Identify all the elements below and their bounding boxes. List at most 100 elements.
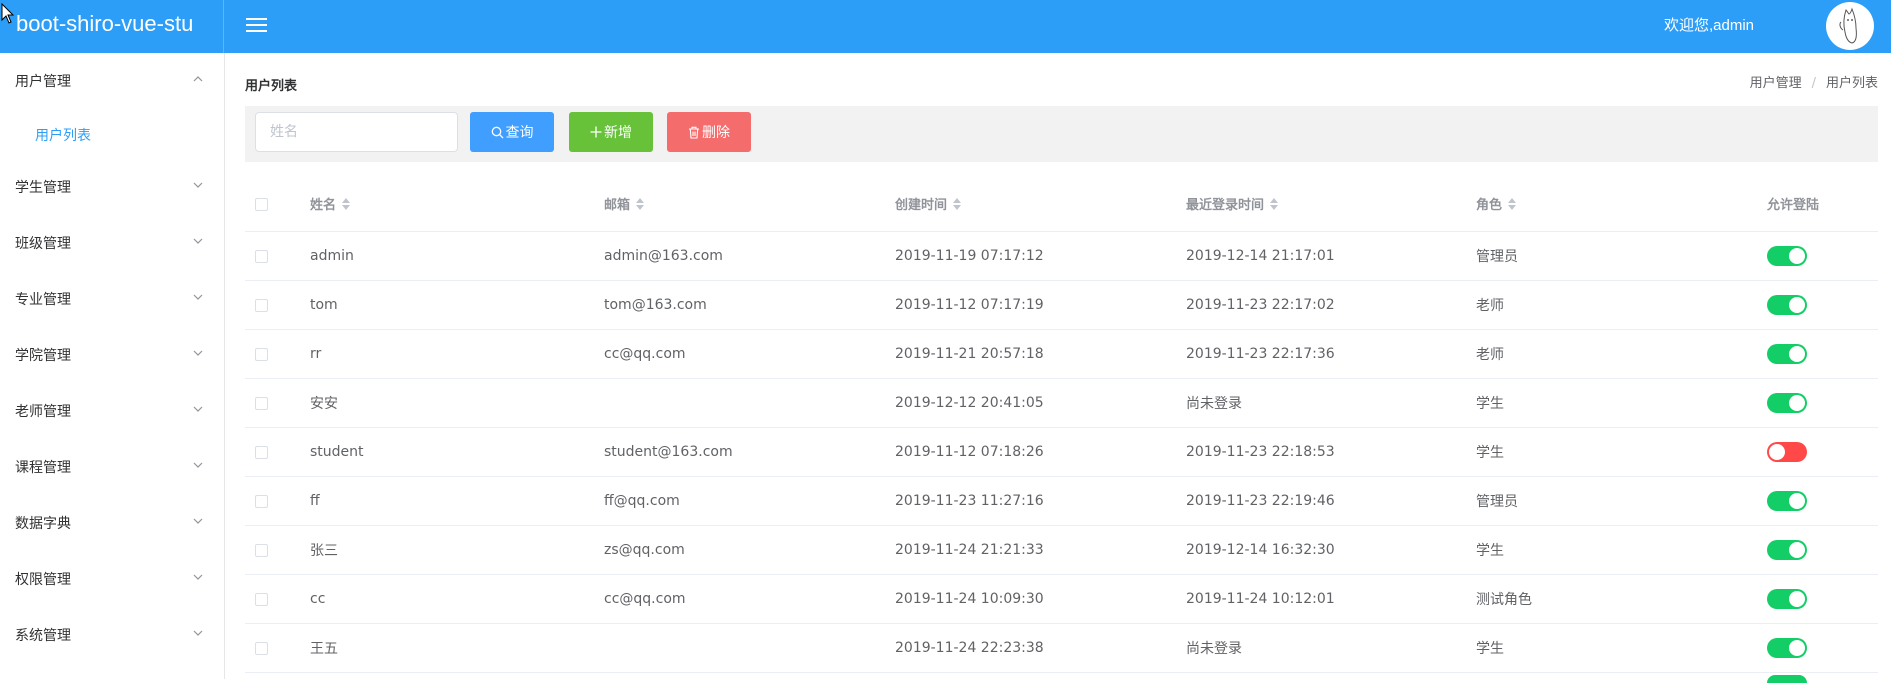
sidebar-item-label: 专业管理: [15, 292, 71, 308]
table-row: 王五 2019-11-24 22:23:38 尚未登录 学生: [245, 624, 1878, 673]
cell-last-login: 尚未登录: [1186, 396, 1242, 412]
allow-login-switch[interactable]: [1767, 589, 1807, 609]
allow-login-switch[interactable]: [1767, 638, 1807, 658]
sidebar-item-label: 课程管理: [15, 460, 71, 476]
allow-login-switch[interactable]: [1767, 442, 1807, 462]
sidebar-item-college-management[interactable]: 学院管理: [0, 327, 224, 383]
chevron-down-icon: [193, 238, 203, 244]
user-table: 姓名 邮箱 创建时间 最近登录时间 角色 允许登陆 admin admin@16…: [245, 176, 1878, 673]
toolbar: 查询 新增 删除: [245, 106, 1878, 162]
chevron-down-icon: [193, 350, 203, 356]
delete-button[interactable]: 删除: [667, 112, 751, 152]
sidebar-item-course-management[interactable]: 课程管理: [0, 439, 224, 495]
brand: boot-shiro-vue-stu: [0, 0, 224, 53]
cell-name: ff: [310, 493, 320, 509]
column-header-name[interactable]: 姓名: [310, 176, 351, 231]
cell-created: 2019-11-21 20:57:18: [895, 346, 1044, 362]
sidebar-item-major-management[interactable]: 专业管理: [0, 271, 224, 327]
row-checkbox[interactable]: [255, 249, 268, 263]
allow-login-switch[interactable]: [1767, 491, 1807, 511]
page-title: 用户列表: [245, 79, 298, 94]
delete-button-label: 删除: [702, 125, 730, 141]
name-search-input[interactable]: [255, 112, 458, 152]
cell-email: tom@163.com: [604, 297, 707, 313]
top-bar: boot-shiro-vue-stu 欢迎您,admin: [0, 0, 1891, 53]
avatar[interactable]: [1826, 2, 1874, 50]
sidebar-subitem-label: 用户列表: [35, 128, 91, 144]
cell-role: 老师: [1476, 298, 1504, 314]
allow-login-switch[interactable]: [1767, 295, 1807, 315]
select-all-checkbox[interactable]: [255, 197, 268, 211]
sidebar-item-class-management[interactable]: 班级管理: [0, 215, 224, 271]
query-button[interactable]: 查询: [470, 112, 554, 152]
row-checkbox[interactable]: [255, 445, 268, 459]
breadcrumb-item-user-management[interactable]: 用户管理: [1750, 76, 1802, 91]
sidebar-item-system-management[interactable]: 系统管理: [0, 607, 224, 663]
column-header-email[interactable]: 邮箱: [604, 176, 645, 231]
row-checkbox[interactable]: [255, 347, 268, 361]
chevron-down-icon: [193, 462, 203, 468]
table-row: 张三 zs@qq.com 2019-11-24 21:21:33 2019-12…: [245, 526, 1878, 575]
cell-email: admin@163.com: [604, 248, 723, 264]
table-row: cc cc@qq.com 2019-11-24 10:09:30 2019-11…: [245, 575, 1878, 624]
cell-created: 2019-11-24 10:09:30: [895, 591, 1044, 607]
allow-login-switch[interactable]: [1767, 540, 1807, 560]
cell-name: 王五: [310, 641, 338, 657]
allow-login-switch[interactable]: [1767, 393, 1807, 413]
row-checkbox[interactable]: [255, 396, 268, 410]
cell-role: 学生: [1476, 641, 1504, 657]
cell-created: 2019-11-24 22:23:38: [895, 640, 1044, 656]
cell-created: 2019-11-24 21:21:33: [895, 542, 1044, 558]
cell-role: 学生: [1476, 396, 1504, 412]
cell-name: 张三: [310, 543, 338, 559]
column-header-allow-login: 允许登陆: [1767, 198, 1820, 213]
cell-created: 2019-12-12 20:41:05: [895, 395, 1044, 411]
column-header-last-login[interactable]: 最近登录时间: [1186, 176, 1279, 231]
column-header-role[interactable]: 角色: [1476, 176, 1517, 231]
cell-last-login: 2019-11-23 22:17:36: [1186, 346, 1335, 362]
row-checkbox[interactable]: [255, 641, 268, 655]
sidebar-item-student-management[interactable]: 学生管理: [0, 159, 224, 215]
trash-icon: [689, 126, 699, 139]
sidebar-item-data-dictionary[interactable]: 数据字典: [0, 495, 224, 551]
row-checkbox[interactable]: [255, 298, 268, 312]
cell-email: cc@qq.com: [604, 591, 686, 607]
cell-last-login: 尚未登录: [1186, 641, 1242, 657]
sidebar-subitem-user-list[interactable]: 用户列表: [0, 109, 224, 159]
sidebar-item-user-management[interactable]: 用户管理 用户列表: [0, 53, 224, 144]
cell-last-login: 2019-12-14 16:32:30: [1186, 542, 1335, 558]
avatar-figure-icon: [1839, 7, 1857, 44]
row-checkbox[interactable]: [255, 543, 268, 557]
cell-name: rr: [310, 346, 322, 362]
sort-icon[interactable]: [953, 197, 962, 210]
allow-login-switch[interactable]: [1767, 344, 1807, 364]
sidebar-item-permission-management[interactable]: 权限管理: [0, 551, 224, 607]
column-header-created[interactable]: 创建时间: [895, 176, 962, 231]
sidebar-item-label: 班级管理: [15, 236, 71, 252]
sort-icon[interactable]: [1508, 197, 1517, 210]
cell-name: admin: [310, 248, 354, 264]
sidebar-item-label: 老师管理: [15, 404, 71, 420]
sidebar-item-label: 学生管理: [15, 180, 71, 196]
sort-icon[interactable]: [636, 197, 645, 210]
table-row: ff ff@qq.com 2019-11-23 11:27:16 2019-11…: [245, 477, 1878, 526]
table-row: tom tom@163.com 2019-11-12 07:17:19 2019…: [245, 281, 1878, 330]
cell-last-login: 2019-11-23 22:18:53: [1186, 444, 1335, 460]
allow-login-switch-partial[interactable]: [1767, 675, 1807, 683]
sidebar-item-label: 系统管理: [15, 628, 71, 644]
row-checkbox[interactable]: [255, 494, 268, 508]
allow-login-switch[interactable]: [1767, 246, 1807, 266]
sort-icon[interactable]: [342, 197, 351, 210]
cell-email: cc@qq.com: [604, 346, 686, 362]
sidebar-item-teacher-management[interactable]: 老师管理: [0, 383, 224, 439]
cell-created: 2019-11-19 07:17:12: [895, 248, 1044, 264]
sidebar-item-label: 权限管理: [15, 572, 71, 588]
add-button[interactable]: 新增: [569, 112, 653, 152]
chevron-up-icon: [193, 76, 203, 82]
sort-icon[interactable]: [1270, 197, 1279, 210]
table-header-row: 姓名 邮箱 创建时间 最近登录时间 角色 允许登陆: [245, 176, 1878, 232]
menu-toggle-icon[interactable]: [246, 14, 268, 38]
row-checkbox[interactable]: [255, 592, 268, 606]
chevron-down-icon: [193, 630, 203, 636]
table-row: 安安 2019-12-12 20:41:05 尚未登录 学生: [245, 379, 1878, 428]
